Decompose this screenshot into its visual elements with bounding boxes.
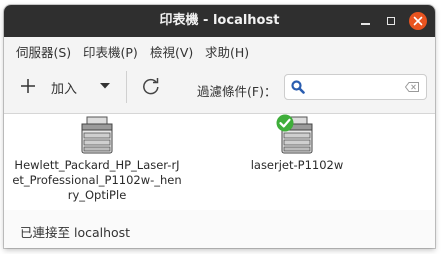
default-printer-check-icon xyxy=(276,114,294,132)
clear-icon[interactable] xyxy=(405,82,419,92)
refresh-icon xyxy=(143,78,159,95)
filter-label: 過濾條件(F)： xyxy=(197,84,277,99)
menu-help[interactable]: 求助(H) xyxy=(205,42,249,61)
close-icon xyxy=(413,16,423,26)
menu-bar: 伺服器(S) 印表機(P) 檢視(V) 求助(H) xyxy=(4,37,435,61)
close-button[interactable] xyxy=(409,12,427,30)
toolbar: 加入 過濾條件(F)： xyxy=(4,61,435,114)
printer-name: laserjet-P1102w xyxy=(250,158,344,172)
menu-printer[interactable]: 印表機(P) xyxy=(83,42,138,61)
minimize-button[interactable] xyxy=(358,13,374,29)
filter-search-box[interactable] xyxy=(284,74,427,100)
add-printer-label: 加入 xyxy=(51,82,78,97)
printers-window: 印表機 - localhost 伺服器(S) 印表機(P) 檢視(V) 求助(H… xyxy=(4,5,435,248)
menu-server[interactable]: 伺服器(S) xyxy=(16,42,71,61)
plus-icon xyxy=(21,79,35,93)
search-icon xyxy=(291,80,305,94)
maximize-button[interactable] xyxy=(383,13,399,29)
title-bar[interactable]: 印表機 - localhost xyxy=(4,5,435,37)
printer-name: Hewlett_Packard_HP_Laser-rJet_Profession… xyxy=(12,158,182,202)
add-printer-button[interactable]: 加入 xyxy=(12,71,118,101)
menu-view[interactable]: 檢視(V) xyxy=(150,42,193,61)
toolbar-separator xyxy=(126,71,127,103)
printer-icon xyxy=(81,116,113,154)
refresh-button[interactable] xyxy=(136,71,166,101)
status-bar: 已連接至 localhost xyxy=(4,210,435,248)
connection-status: 已連接至 localhost xyxy=(20,225,131,240)
printer-list: Hewlett_Packard_HP_Laser-rJet_Profession… xyxy=(4,114,435,210)
dropdown-arrow-icon[interactable] xyxy=(100,83,110,89)
filter-input[interactable] xyxy=(311,78,401,96)
